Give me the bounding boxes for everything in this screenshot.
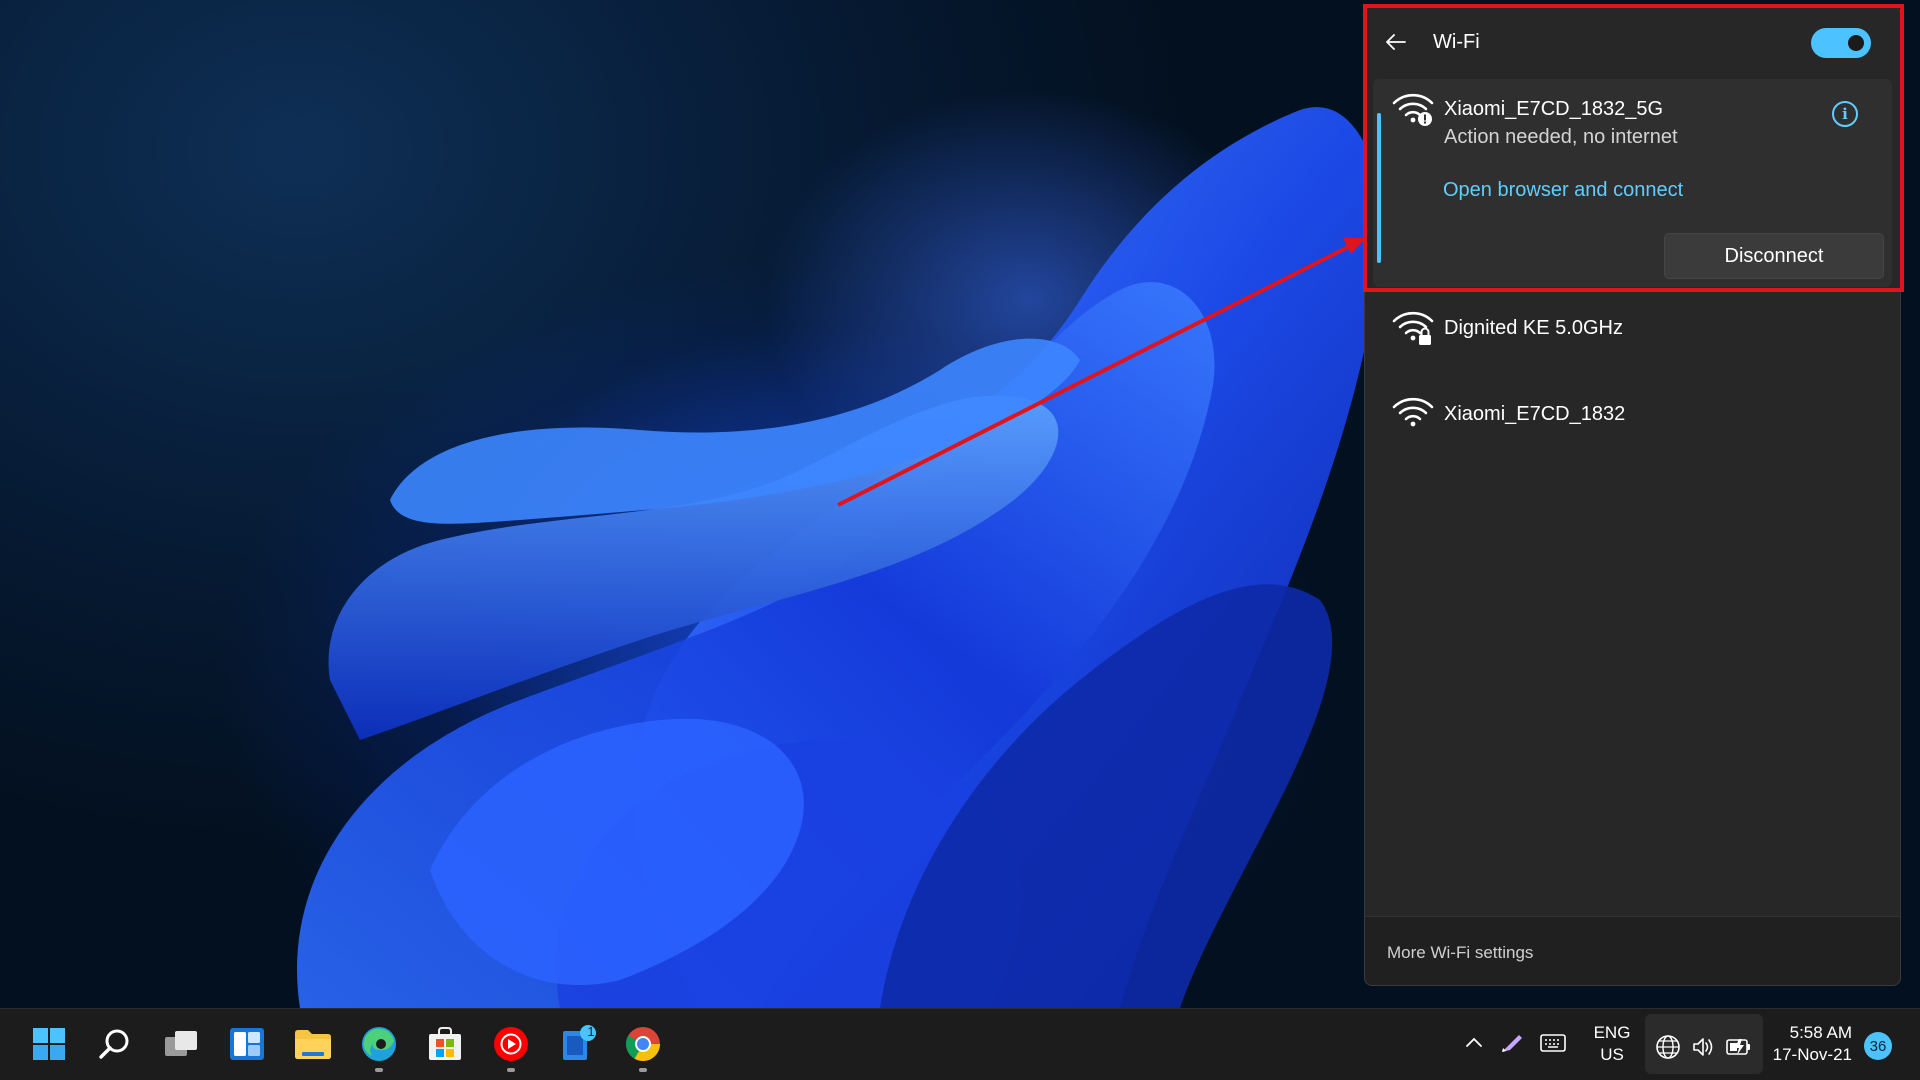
youtube-music-button[interactable]: [488, 1021, 534, 1072]
wifi-panel: Wi-Fi Xiaomi_E7CD_1832_5G Action needed,…: [1364, 6, 1901, 986]
globe-icon: [1656, 1035, 1680, 1059]
widgets-button[interactable]: [224, 1021, 270, 1067]
back-button[interactable]: [1379, 25, 1413, 59]
wifi-icon: [1392, 397, 1434, 427]
task-view-button[interactable]: [158, 1021, 204, 1067]
disconnect-button[interactable]: Disconnect: [1664, 233, 1884, 279]
more-wifi-settings-link[interactable]: More Wi-Fi settings: [1387, 943, 1533, 963]
file-explorer-button[interactable]: [290, 1021, 336, 1067]
chrome-button[interactable]: [620, 1021, 666, 1072]
wifi-panel-header: Wi-Fi: [1365, 7, 1900, 73]
start-button[interactable]: [26, 1021, 72, 1067]
active-network-card[interactable]: Xiaomi_E7CD_1832_5G Action needed, no in…: [1373, 79, 1892, 287]
clock-time: 5:58 AM: [1789, 1023, 1852, 1042]
clock[interactable]: 5:58 AM 17-Nov-21: [1772, 1022, 1852, 1066]
chrome-icon: [626, 1027, 660, 1061]
edge-button[interactable]: [356, 1021, 402, 1072]
selection-indicator: [1377, 113, 1381, 263]
active-network-name: Xiaomi_E7CD_1832_5G: [1444, 98, 1664, 120]
task-view-icon: [165, 1031, 197, 1056]
network-name: Xiaomi_E7CD_1832: [1444, 403, 1626, 425]
network-name: Dignited KE 5.0GHz: [1444, 317, 1623, 339]
youtube-music-icon: [494, 1027, 528, 1061]
store-button[interactable]: [422, 1021, 468, 1067]
taskbar: 1 ENG US 5:58 AM 17-Nov-21 36: [0, 1008, 1920, 1080]
input-language-indicator[interactable]: ENG US: [1592, 1022, 1632, 1066]
edge-icon: [362, 1027, 396, 1061]
wifi-toggle[interactable]: [1811, 28, 1871, 58]
pen-menu-button[interactable]: [1499, 1031, 1525, 1060]
volume-icon: [1693, 1038, 1713, 1056]
search-icon: [99, 1029, 129, 1059]
language-code: ENG: [1593, 1023, 1631, 1042]
active-network-status: Action needed, no internet: [1444, 126, 1678, 148]
clock-date: 17-Nov-21: [1772, 1045, 1852, 1064]
running-indicator: [375, 1068, 383, 1072]
touch-keyboard-button[interactable]: [1540, 1033, 1566, 1058]
network-properties-button[interactable]: i: [1832, 101, 1858, 127]
keyboard-icon: [1540, 1034, 1566, 1052]
running-indicator: [507, 1068, 515, 1072]
toggle-knob: [1848, 35, 1864, 51]
quick-settings-button[interactable]: [1645, 1014, 1763, 1074]
wifi-panel-footer: More Wi-Fi settings: [1365, 916, 1900, 985]
chevron-up-icon: [1466, 1037, 1482, 1047]
wifi-secured-icon: [1392, 311, 1434, 345]
widgets-icon: [230, 1028, 264, 1060]
network-item[interactable]: Dignited KE 5.0GHz: [1373, 295, 1892, 361]
running-indicator: [639, 1068, 647, 1072]
panel-title: Wi-Fi: [1433, 31, 1480, 53]
store-icon: [429, 1027, 461, 1060]
word-button[interactable]: 1: [554, 1021, 600, 1067]
pen-icon: [1502, 1035, 1522, 1052]
info-icon: i: [1842, 105, 1848, 123]
wifi-warning-icon: [1392, 93, 1434, 126]
notification-center-badge[interactable]: 36: [1864, 1032, 1892, 1060]
network-item[interactable]: Xiaomi_E7CD_1832: [1373, 381, 1892, 447]
arrow-left-icon: [1386, 34, 1406, 50]
battery-charging-icon: [1726, 1039, 1750, 1055]
search-button[interactable]: [92, 1021, 138, 1067]
region-code: US: [1600, 1045, 1624, 1064]
folder-icon: [295, 1030, 331, 1059]
show-hidden-icons-button[interactable]: [1464, 1033, 1484, 1058]
app-badge: 1: [587, 1024, 595, 1039]
open-browser-link[interactable]: Open browser and connect: [1443, 179, 1683, 202]
windows-logo-icon: [33, 1028, 65, 1060]
